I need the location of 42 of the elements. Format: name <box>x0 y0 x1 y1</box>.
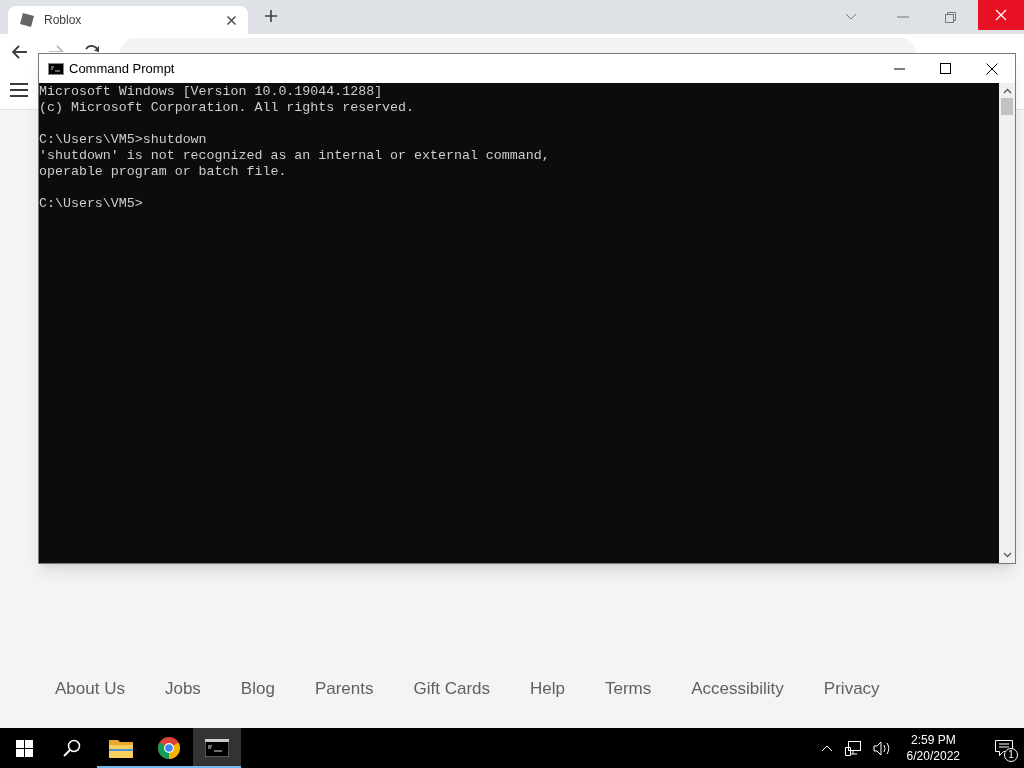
window-title: Command Prompt <box>69 59 175 78</box>
restore-icon[interactable] <box>945 11 956 23</box>
footer-link[interactable]: Parents <box>314 676 374 702</box>
message-icon <box>995 740 1013 756</box>
logo-icon <box>20 13 34 27</box>
reload-icon[interactable] <box>84 45 100 52</box>
browser-tab[interactable]: Roblox <box>8 6 248 34</box>
footer-link[interactable]: Terms <box>605 676 652 702</box>
folder-icon <box>109 738 133 758</box>
speaker-icon[interactable] <box>872 740 891 756</box>
scrollbar-thumb[interactable] <box>1001 98 1013 115</box>
taskbar-app-button[interactable] <box>193 728 241 768</box>
footer-link[interactable]: Accessibility <box>691 676 784 702</box>
footer-link[interactable]: Help <box>530 676 565 702</box>
minimize-icon[interactable] <box>894 67 905 70</box>
chrome-icon <box>157 736 181 760</box>
maximize-icon[interactable] <box>940 63 951 74</box>
network-icon[interactable] <box>844 740 861 756</box>
close-icon[interactable] <box>986 62 998 75</box>
chevron-down-icon[interactable] <box>845 13 857 21</box>
footer-link[interactable]: Jobs <box>164 676 201 702</box>
footer-link[interactable]: Gift Cards <box>413 676 490 702</box>
windows-start-icon[interactable] <box>16 739 33 757</box>
clock[interactable]: 2:59 PM 6/20/2022 <box>902 732 964 764</box>
close-icon <box>995 9 1007 21</box>
console-icon <box>205 739 229 757</box>
footer-link[interactable]: Privacy <box>823 676 880 702</box>
back-icon[interactable] <box>12 45 28 59</box>
scroll-up-icon[interactable] <box>1002 88 1012 94</box>
new-tab-icon[interactable] <box>264 9 278 23</box>
search-icon[interactable] <box>63 739 81 757</box>
chevron-up-icon[interactable] <box>820 744 833 752</box>
scroll-down-icon[interactable] <box>1002 552 1012 558</box>
notification-badge: 1 <box>1004 748 1018 762</box>
close-icon[interactable] <box>227 15 236 25</box>
menu-icon[interactable] <box>10 82 28 97</box>
notifications-button[interactable]: 1 <box>984 728 1024 768</box>
console-icon <box>48 62 64 75</box>
footer-link[interactable]: About Us <box>55 676 125 702</box>
scrollbar[interactable] <box>999 83 1015 563</box>
footer-link[interactable]: Blog <box>240 676 275 702</box>
console-output: Microsoft Windows [Version 10.0.19044.1288] (c) Microsoft Corporation. All rights reserved. C:\Users\VM5>shutdown 'shutdown' is not recognized as an internal or external command, operable program or batch file. C:\Users\VM5> <box>39 83 551 213</box>
